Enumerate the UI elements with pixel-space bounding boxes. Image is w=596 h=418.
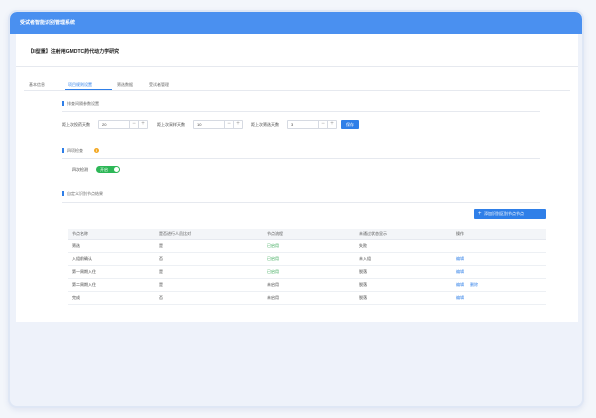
tabs-divider [24,90,570,91]
cell-compare: 是 [155,239,263,253]
cell-compare: 是 [155,265,263,279]
cell-flow-status: 已启用 [263,265,355,279]
section-divider [62,111,540,112]
four-checks-toggle[interactable]: 开启 [96,166,120,173]
table-row: 第二周期入住 是 未启用 脱落 编辑 删除 [68,278,546,292]
dosing-days-stepper[interactable]: 20 − + [98,120,148,129]
node-table: 节点名称 是否进行人员比对 节点流程 未通过状态显示 操作 筛选 是 已启用 失… [68,229,546,305]
cell-fail-status: 未入组 [355,252,452,266]
cell-node-name: 第二周期入住 [68,278,155,292]
cell-compare: 是 [155,278,263,292]
cell-fail-status: 脱落 [355,265,452,279]
edit-link[interactable]: 编辑 [456,256,464,261]
col-header-actions: 操作 [452,229,546,240]
app-title: 受试者智能识别管理系统 [20,20,76,26]
add-node-button[interactable]: + 添加识别区别节点节点 [474,209,546,219]
table-row: 筛选 是 已启用 失败 [68,239,546,253]
cell-flow-status: 未启用 [263,278,355,292]
cell-fail-status: 脱落 [355,291,452,305]
section-divider [62,202,540,203]
tab-project-rules[interactable]: 项目规则设置 [68,82,92,88]
cell-node-name: 筛选 [68,239,155,253]
tab-basic-info[interactable]: 基本信息 [29,82,45,88]
tab-screening-data[interactable]: 筛选数据 [117,82,133,88]
section-interval-title: 排查间隔参数设置 [62,101,99,107]
table-row: 完成 否 未启用 脱落 编辑 [68,291,546,305]
sampling-days-stepper[interactable]: 10 − + [193,120,243,129]
app-window: 受试者智能识别管理系统 【II型重】注射用GMDTC药代动力学研究 基本信息 项… [8,10,584,408]
screening-days-value: 3 [291,122,294,127]
toggle-label: 开启 [100,167,108,172]
cell-flow-status: 已启用 [263,252,355,266]
table-row: 第一周期入住 是 已启用 脱落 编辑 [68,265,546,279]
dosing-days-value: 20 [102,122,107,127]
toggle-knob [114,167,119,172]
cell-actions [452,239,546,253]
edit-link[interactable]: 编辑 [456,282,464,287]
cell-actions: 编辑 [452,252,546,266]
cell-fail-status: 脱落 [355,278,452,292]
table-header-row: 节点名称 是否进行人员比对 节点流程 未通过状态显示 操作 [68,229,546,240]
delete-link[interactable]: 删除 [470,282,478,287]
col-header-node-name: 节点名称 [68,229,155,240]
add-node-label: 添加识别区别节点节点 [484,211,524,216]
minus-icon[interactable]: − [224,121,233,128]
screening-days-stepper[interactable]: 3 − + [287,120,337,129]
app-header: 受试者智能识别管理系统 [10,12,582,34]
divider [16,66,578,67]
plus-icon: + [478,211,482,217]
edit-link[interactable]: 编辑 [456,295,464,300]
minus-icon[interactable]: − [318,121,327,128]
plus-icon[interactable]: + [327,121,336,128]
minus-icon[interactable]: − [129,121,138,128]
cell-node-name: 入组前确认 [68,252,155,266]
exclamation-icon: ! [94,148,99,153]
cell-actions: 编辑 [452,265,546,279]
plus-icon[interactable]: + [138,121,147,128]
section-divider [62,158,540,159]
project-title: 【II型重】注射用GMDTC药代动力学研究 [28,49,120,55]
tab-subject-management[interactable]: 受试者管理 [149,82,169,88]
cell-actions: 编辑 删除 [452,278,546,292]
col-header-fail-status: 未通过状态显示 [355,229,452,240]
plus-icon[interactable]: + [233,121,242,128]
field-label-screening-days: 距上次筛选天数 [251,122,279,127]
cell-flow-status: 未启用 [263,291,355,305]
col-header-compare: 是否进行人员比对 [155,229,263,240]
col-header-flow: 节点流程 [263,229,355,240]
cell-fail-status: 失败 [355,239,452,253]
section-flow-title: 自定义识别节点结果 [62,191,103,197]
field-label-four-checks: 四次检测 [72,167,88,172]
cell-node-name: 第一周期入住 [68,265,155,279]
cell-compare: 否 [155,252,263,266]
cell-flow-status: 已启用 [263,239,355,253]
cell-compare: 否 [155,291,263,305]
sampling-days-value: 10 [197,122,202,127]
field-label-sampling-days: 距上次采样天数 [157,122,185,127]
cell-node-name: 完成 [68,291,155,305]
table-row: 入组前确认 否 已启用 未入组 编辑 [68,252,546,266]
field-label-dosing-days: 距上次投药天数 [62,122,90,127]
save-button[interactable]: 保存 [341,120,359,129]
main-panel: 【II型重】注射用GMDTC药代动力学研究 基本信息 项目规则设置 筛选数据 受… [16,34,578,322]
cell-actions: 编辑 [452,291,546,305]
edit-link[interactable]: 编辑 [456,269,464,274]
section-check-title: 四项检查 [62,148,83,154]
